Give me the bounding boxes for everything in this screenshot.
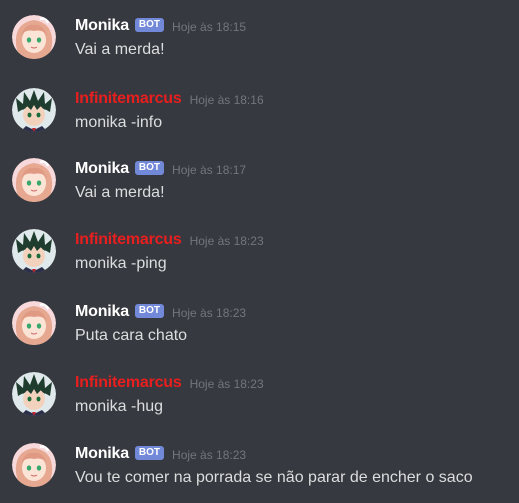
message-item: Infinitemarcus Hoje às 18:16 monika -inf… — [0, 85, 519, 141]
message-item: Monika BOT Hoje às 18:17 Vai a merda! — [0, 155, 519, 211]
message-header: Monika BOT Hoje às 18:23 — [75, 302, 246, 322]
username[interactable]: Monika — [75, 160, 129, 178]
message-item: Monika BOT Hoje às 18:23 Puta cara chato — [0, 298, 519, 354]
message-item: Infinitemarcus Hoje às 18:23 monika -pin… — [0, 226, 519, 282]
infinitemarcus-avatar-icon — [12, 88, 56, 132]
message-header: Infinitemarcus Hoje às 18:23 — [75, 230, 264, 250]
message-content: monika -hug — [75, 398, 164, 415]
monika-avatar-icon — [12, 15, 56, 59]
monika-avatar-icon — [12, 301, 56, 345]
message-header: Infinitemarcus Hoje às 18:16 — [75, 89, 264, 109]
message-item: Infinitemarcus Hoje às 18:23 monika -hug — [0, 369, 519, 425]
monika-avatar-icon — [12, 158, 56, 202]
username[interactable]: Monika — [75, 17, 129, 35]
timestamp: Hoje às 18:23 — [172, 448, 247, 462]
message-content: monika -ping — [75, 255, 167, 272]
username[interactable]: Monika — [75, 445, 129, 463]
infinitemarcus-avatar-icon — [12, 372, 56, 416]
timestamp: Hoje às 18:23 — [189, 234, 264, 248]
avatar[interactable] — [12, 301, 56, 345]
infinitemarcus-avatar-icon — [12, 229, 56, 273]
avatar[interactable] — [12, 88, 56, 132]
monika-avatar-icon — [12, 443, 56, 487]
username[interactable]: Infinitemarcus — [75, 374, 182, 392]
avatar[interactable] — [12, 15, 56, 59]
avatar[interactable] — [12, 158, 56, 202]
timestamp: Hoje às 18:16 — [189, 93, 264, 107]
message-content: Puta cara chato — [75, 327, 188, 344]
message-header: Monika BOT Hoje às 18:23 — [75, 444, 246, 464]
username[interactable]: Monika — [75, 303, 129, 321]
avatar[interactable] — [12, 443, 56, 487]
avatar[interactable] — [12, 372, 56, 416]
username[interactable]: Infinitemarcus — [75, 231, 182, 249]
avatar[interactable] — [12, 229, 56, 273]
message-list: Monika BOT Hoje às 18:15 Vai a merda! In… — [0, 0, 519, 503]
bot-tag-badge: BOT — [134, 304, 165, 318]
message-content: Vai a merda! — [75, 41, 165, 58]
username[interactable]: Infinitemarcus — [75, 90, 182, 108]
message-item: Monika BOT Hoje às 18:15 Vai a merda! — [0, 12, 519, 68]
timestamp: Hoje às 18:15 — [172, 20, 247, 34]
message-content: monika -info — [75, 114, 163, 131]
message-content: Vai a merda! — [75, 184, 165, 201]
timestamp: Hoje às 18:23 — [172, 306, 247, 320]
bot-tag-badge: BOT — [134, 161, 165, 175]
bot-tag-badge: BOT — [134, 446, 165, 460]
timestamp: Hoje às 18:23 — [189, 377, 264, 391]
message-item: Monika BOT Hoje às 18:23 Vou te comer na… — [0, 440, 519, 496]
bot-tag-badge: BOT — [134, 18, 165, 32]
message-header: Monika BOT Hoje às 18:15 — [75, 16, 246, 36]
message-content: Vou te comer na porrada se não parar de … — [75, 469, 473, 486]
message-header: Infinitemarcus Hoje às 18:23 — [75, 373, 264, 393]
message-header: Monika BOT Hoje às 18:17 — [75, 159, 246, 179]
timestamp: Hoje às 18:17 — [172, 163, 247, 177]
